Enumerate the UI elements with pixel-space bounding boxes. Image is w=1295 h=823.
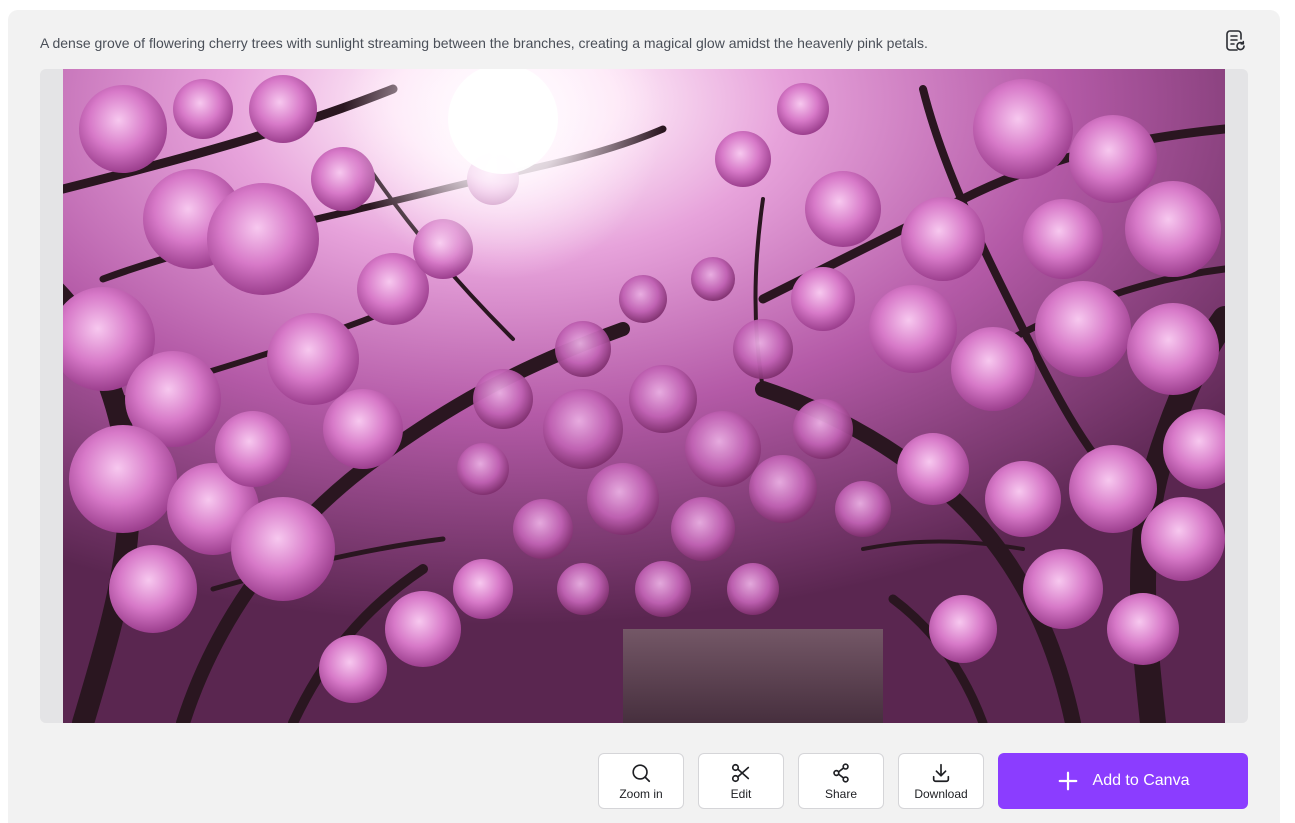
search-icon (630, 762, 652, 784)
download-icon (930, 762, 952, 784)
edit-button[interactable]: Edit (698, 753, 784, 809)
zoom-in-label: Zoom in (619, 786, 663, 801)
document-refresh-icon (1223, 29, 1247, 58)
download-button[interactable]: Download (898, 753, 984, 809)
generated-image[interactable] (63, 69, 1225, 723)
image-caption: A dense grove of flowering cherry trees … (40, 35, 928, 51)
share-button[interactable]: Share (798, 753, 884, 809)
result-panel: A dense grove of flowering cherry trees … (8, 10, 1280, 823)
image-actions-toolbar: Zoom in Edit Share Download Add to Canva (8, 753, 1280, 811)
scissors-icon (730, 762, 752, 784)
zoom-in-button[interactable]: Zoom in (598, 753, 684, 809)
edit-label: Edit (730, 786, 752, 801)
image-preview-area (40, 69, 1248, 723)
add-to-canva-button[interactable]: Add to Canva (998, 753, 1248, 809)
document-refresh-button[interactable] (1220, 28, 1250, 58)
download-label: Download (914, 786, 968, 801)
plus-icon (1057, 770, 1079, 792)
share-label: Share (824, 786, 858, 801)
share-icon (830, 762, 852, 784)
add-to-canva-label: Add to Canva (1092, 772, 1190, 789)
